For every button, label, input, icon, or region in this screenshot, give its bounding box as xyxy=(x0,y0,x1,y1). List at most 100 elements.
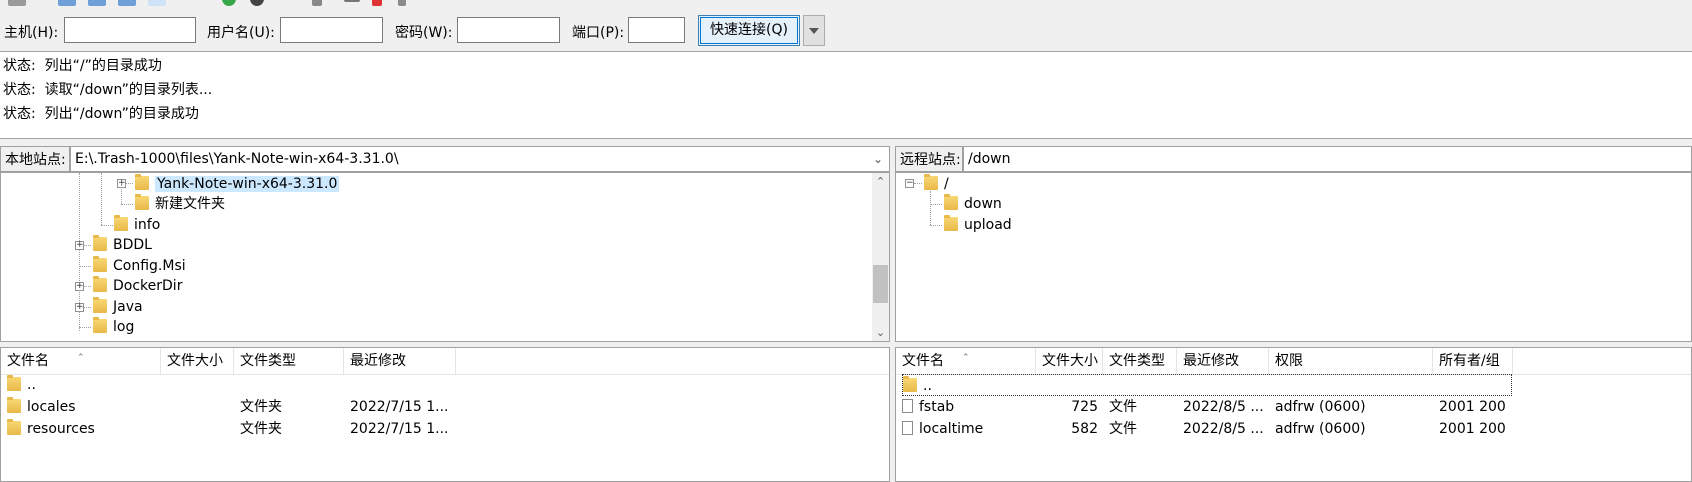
column-header-size[interactable]: 文件大小 xyxy=(161,348,234,374)
file-type: 文件 xyxy=(1109,399,1137,415)
file-type: 文件夹 xyxy=(240,421,282,437)
file-row[interactable]: .. xyxy=(1,374,889,396)
scroll-up-icon[interactable]: ⌃ xyxy=(872,173,889,190)
file-row[interactable]: fstab 725 文件 2022/8/5 ... adfrw (0600) 2… xyxy=(896,396,1691,418)
tree-item[interactable]: log xyxy=(93,317,134,337)
tree-item[interactable]: upload xyxy=(944,215,1012,235)
folder-icon xyxy=(944,194,958,210)
username-input[interactable] xyxy=(280,17,383,43)
scroll-thumb[interactable] xyxy=(873,265,888,303)
column-header-name[interactable]: 文件名 ⌃ xyxy=(896,348,1036,374)
password-input[interactable] xyxy=(457,17,560,43)
file-icon xyxy=(902,421,913,435)
local-tree-scrollbar[interactable]: ⌃ ⌄ xyxy=(872,173,889,341)
reconnect-icon[interactable] xyxy=(372,0,382,6)
file-size: 582 xyxy=(1071,421,1098,437)
remote-path-input[interactable]: /down xyxy=(963,146,1692,172)
file-name: .. xyxy=(27,377,36,393)
log-line: 状态: 读取“/down”的目录列表... xyxy=(3,78,212,102)
log-prefix: 状态: xyxy=(3,58,36,74)
host-label: 主机(H): xyxy=(4,25,59,41)
expand-icon[interactable]: + xyxy=(75,282,84,291)
file-modified: 2022/8/5 ... xyxy=(1183,421,1264,437)
tree-item-label: upload xyxy=(964,217,1012,233)
quickconnect-history-dropdown[interactable] xyxy=(803,15,825,46)
column-header-type[interactable]: 文件类型 xyxy=(1103,348,1177,374)
refresh-icon[interactable] xyxy=(222,0,236,6)
local-path-input[interactable]: E:\.Trash-1000\files\Yank-Note-win-x64-3… xyxy=(70,146,890,172)
log-line: 状态: 列出“/”的目录成功 xyxy=(3,54,162,78)
filter-icon[interactable] xyxy=(398,0,406,6)
column-label: 文件名 xyxy=(902,353,944,369)
local-directory-tree[interactable]: + Yank-Note-win-x64-3.31.0 新建文件夹 info + … xyxy=(0,172,890,342)
quickconnect-bar: 主机(H): 用户名(U): 密码(W): 端口(P): 快速连接(Q) xyxy=(0,9,1692,51)
file-type: 文件夹 xyxy=(240,399,282,415)
folder-icon xyxy=(93,297,107,313)
column-header-modified[interactable]: 最近修改 xyxy=(344,348,456,374)
file-row[interactable]: locales 文件夹 2022/7/15 1... xyxy=(1,396,889,418)
column-header-type[interactable]: 文件类型 xyxy=(234,348,344,374)
sort-ascending-icon: ⌃ xyxy=(962,353,970,363)
disconnect-icon[interactable] xyxy=(344,0,360,2)
folder-icon xyxy=(944,215,958,231)
file-modified: 2022/7/15 1... xyxy=(350,399,449,415)
local-site-bar: 本地站点: E:\.Trash-1000\files\Yank-Note-win… xyxy=(0,146,890,172)
column-header-owner[interactable]: 所有者/组 xyxy=(1433,348,1513,374)
remote-directory-tree[interactable]: − / down upload xyxy=(895,172,1692,342)
file-owner: 2001 200 xyxy=(1439,399,1506,415)
file-name: .. xyxy=(923,378,932,394)
toggle-log-icon[interactable] xyxy=(58,0,76,6)
file-permissions: adfrw (0600) xyxy=(1275,399,1366,415)
tree-item[interactable]: DockerDir xyxy=(93,276,182,296)
tree-item-label: Yank-Note-win-x64-3.31.0 xyxy=(155,176,340,192)
expand-icon[interactable]: + xyxy=(75,241,84,250)
remote-site-bar: 远程站点: /down xyxy=(895,146,1692,172)
site-manager-icon[interactable] xyxy=(8,0,26,6)
tree-item-label: info xyxy=(134,217,161,233)
column-header-name[interactable]: 文件名 ⌃ xyxy=(1,348,161,374)
column-header-size[interactable]: 文件大小 xyxy=(1036,348,1103,374)
tree-item[interactable]: Config.Msi xyxy=(93,256,186,276)
column-header-modified[interactable]: 最近修改 xyxy=(1177,348,1269,374)
host-input[interactable] xyxy=(64,17,196,43)
sort-ascending-icon: ⌃ xyxy=(77,353,85,363)
log-message: 列出“/down”的目录成功 xyxy=(44,106,199,122)
file-row[interactable]: localtime 582 文件 2022/8/5 ... adfrw (060… xyxy=(896,418,1691,440)
tree-item[interactable]: BDDL xyxy=(93,235,152,255)
quickconnect-button[interactable]: 快速连接(Q) xyxy=(698,15,800,46)
column-label: 文件名 xyxy=(7,353,49,369)
toggle-remote-tree-icon[interactable] xyxy=(118,0,136,6)
log-prefix: 状态: xyxy=(3,82,36,98)
remote-file-list[interactable]: 文件名 ⌃ 文件大小 文件类型 最近修改 权限 所有者/组 .. fstab 7… xyxy=(895,347,1692,482)
file-owner: 2001 200 xyxy=(1439,421,1506,437)
folder-icon xyxy=(93,256,107,272)
port-input[interactable] xyxy=(628,17,685,43)
process-queue-icon[interactable] xyxy=(250,0,264,6)
toggle-queue-icon[interactable] xyxy=(148,0,166,6)
username-label: 用户名(U): xyxy=(207,25,275,41)
local-file-list[interactable]: 文件名 ⌃ 文件大小 文件类型 最近修改 .. locales 文件夹 2022… xyxy=(0,347,890,482)
folder-icon xyxy=(7,419,21,435)
tree-item[interactable]: 新建文件夹 xyxy=(135,194,225,214)
toggle-local-tree-icon[interactable] xyxy=(88,0,106,6)
expand-icon[interactable]: + xyxy=(75,303,84,312)
tree-item[interactable]: Yank-Note-win-x64-3.31.0 xyxy=(135,174,340,194)
tree-item[interactable]: / xyxy=(924,174,949,194)
file-row[interactable]: .. xyxy=(896,374,1691,396)
column-header-permissions[interactable]: 权限 xyxy=(1269,348,1433,374)
scroll-down-icon[interactable]: ⌄ xyxy=(872,324,889,341)
file-type: 文件 xyxy=(1109,421,1137,437)
message-log[interactable]: 状态: 列出“/”的目录成功 状态: 读取“/down”的目录列表... 状态:… xyxy=(0,51,1692,139)
tree-item[interactable]: down xyxy=(944,194,1002,214)
file-name: resources xyxy=(27,421,95,437)
log-line: 状态: 列出“/down”的目录成功 xyxy=(3,102,199,126)
cancel-icon[interactable] xyxy=(312,0,322,6)
folder-icon xyxy=(93,317,107,333)
folder-icon xyxy=(924,174,938,190)
tree-item[interactable]: info xyxy=(114,215,160,235)
tree-item[interactable]: Java xyxy=(93,297,143,317)
collapse-icon[interactable]: − xyxy=(905,179,914,188)
chevron-down-icon[interactable]: ⌄ xyxy=(873,147,883,171)
file-row[interactable]: resources 文件夹 2022/7/15 1... xyxy=(1,418,889,440)
remote-site-label: 远程站点: xyxy=(895,146,963,172)
